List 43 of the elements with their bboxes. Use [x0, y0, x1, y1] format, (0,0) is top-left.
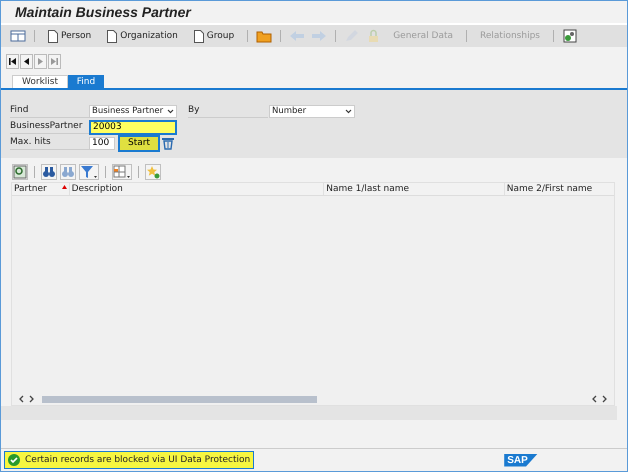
column-header[interactable]: Description	[70, 183, 324, 195]
column-header[interactable]: Partner	[12, 183, 70, 195]
toolbar-button[interactable]: Person	[42, 30, 98, 42]
binoculars-icon[interactable]	[41, 164, 57, 180]
document-icon	[107, 30, 118, 42]
scrollbar-thumb[interactable]	[42, 396, 317, 402]
column-header[interactable]: Name 1/last name	[324, 183, 505, 195]
status-message: Certain records are blocked via UI Data Protection	[4, 451, 254, 469]
document-icon	[194, 30, 204, 42]
first-page-button[interactable]	[6, 54, 19, 69]
tab[interactable]: Worklist	[12, 75, 68, 88]
input-field[interactable]: 100	[89, 136, 115, 150]
left-icon	[22, 57, 31, 66]
toolbar-button[interactable]: Organization	[101, 30, 184, 42]
column-header[interactable]: Name 2/First name	[504, 183, 614, 195]
trash-icon[interactable]	[161, 136, 175, 150]
skip-right-icon	[50, 57, 59, 66]
skip-left-icon	[8, 57, 17, 66]
chevron-down-icon	[345, 108, 352, 114]
check-icon	[8, 454, 20, 466]
field-label: By	[188, 104, 268, 118]
table-icon[interactable]	[112, 164, 132, 180]
logo: SAP	[504, 454, 538, 466]
right-icon	[36, 57, 45, 66]
chevron-right-icon[interactable]	[602, 395, 608, 403]
details-icon[interactable]	[12, 164, 28, 180]
input-field[interactable]: 20003	[89, 120, 177, 134]
by-dropdown[interactable]: Number	[269, 104, 355, 118]
document-icon	[48, 30, 58, 42]
sort-icon	[62, 185, 67, 189]
folder-icon[interactable]	[255, 29, 274, 43]
tab[interactable]: Find	[68, 75, 104, 88]
chevron-down-icon	[167, 108, 174, 114]
prev-page-button[interactable]	[20, 54, 33, 69]
filter-icon[interactable]	[79, 164, 99, 180]
layout-icon[interactable]	[9, 29, 27, 43]
find-dropdown[interactable]: Business Partner	[89, 104, 177, 118]
chevron-left-icon[interactable]	[18, 395, 24, 403]
chevron-left-icon[interactable]	[591, 395, 597, 403]
start-button[interactable]: Start	[118, 134, 160, 152]
people-icon[interactable]	[560, 29, 579, 43]
chevron-right-icon[interactable]	[29, 395, 35, 403]
toolbar-button[interactable]: Group	[188, 30, 240, 42]
